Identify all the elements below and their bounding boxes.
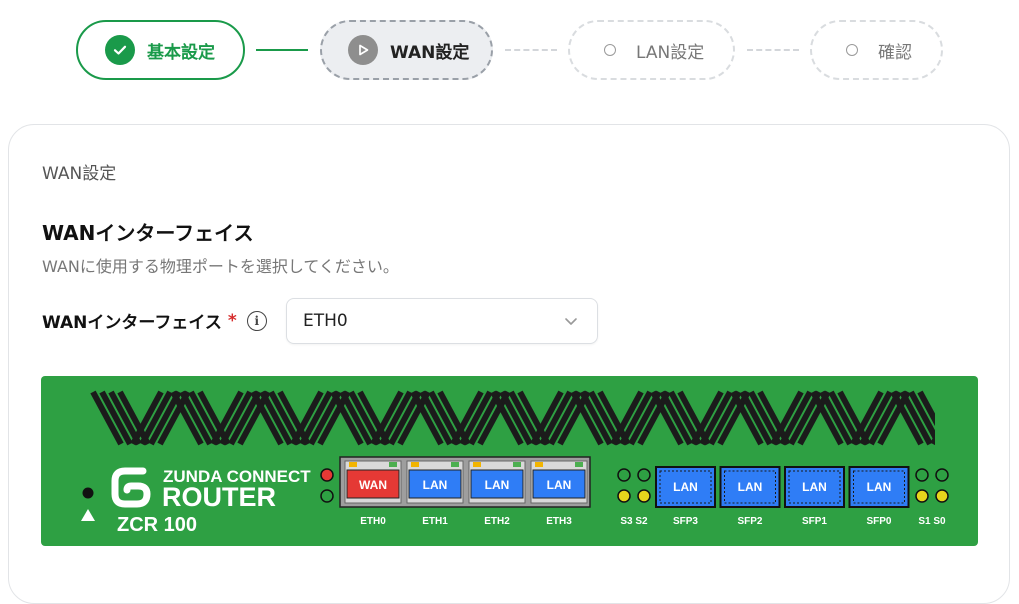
eth-port-role: LAN (485, 478, 510, 492)
info-icon[interactable]: i (246, 310, 267, 331)
sfp-port-role: LAN (738, 480, 763, 494)
wan-interface-label: WANインターフェイス * i (42, 308, 267, 333)
step-label: 確認 (878, 42, 912, 63)
step-label: LAN設定 (636, 42, 705, 63)
eth-port-led (513, 462, 521, 467)
status-led-on (935, 489, 949, 503)
step-confirm[interactable]: 確認 (810, 20, 943, 80)
eth-port-role: WAN (359, 478, 387, 492)
status-led-off (617, 468, 631, 482)
eth-port-led (389, 462, 397, 467)
sfp-port-name: SFP2 (737, 516, 762, 527)
sfp-port-name: SFP3 (673, 516, 698, 527)
eth-led-red (320, 468, 334, 482)
eth-port-led (451, 462, 459, 467)
step-connector (256, 49, 308, 51)
step-connector (505, 49, 557, 51)
wan-settings-card: WAN設定 WANインターフェイス WANに使用する物理ポートを選択してください… (8, 124, 1010, 604)
circle-icon (846, 44, 858, 56)
step-label: 基本設定 (147, 42, 215, 63)
sfp-port-role: LAN (673, 480, 698, 494)
section-description: WANに使用する物理ポートを選択してください。 (42, 257, 399, 276)
required-mark: * (227, 310, 237, 331)
router-diagram: ZUNDA CONNECT ROUTER ZCR 100 WANETH0LANE… (41, 376, 978, 546)
field-label-text: WANインターフェイス (42, 313, 222, 333)
status-led-off (935, 468, 949, 482)
step-lan-settings[interactable]: LAN設定 (568, 20, 735, 80)
check-icon (105, 35, 135, 65)
eth-port-name: ETH0 (360, 516, 386, 527)
eth-port-name: ETH2 (484, 516, 510, 527)
eth-port-led (535, 462, 543, 467)
eth-led-off (320, 489, 334, 503)
status-led-off (915, 468, 929, 482)
stepper: 基本設定 WAN設定 LAN設定 確認 (0, 0, 1019, 100)
eth-port-name: ETH3 (546, 516, 572, 527)
eth-port-led (473, 462, 481, 467)
step-wan-settings[interactable]: WAN設定 (320, 20, 493, 80)
eth-port-role: LAN (423, 478, 448, 492)
status-led-on (617, 489, 631, 503)
step-label: WAN設定 (390, 42, 470, 63)
eth-port-led (575, 462, 583, 467)
circle-icon (604, 44, 616, 56)
sfp-port-name: SFP0 (866, 516, 891, 527)
chevron-down-icon (563, 313, 579, 334)
led-labels-left: S3 S2 (620, 516, 648, 527)
step-connector (747, 49, 799, 51)
status-led-off (637, 468, 651, 482)
power-led (82, 487, 94, 499)
model-name: ZCR 100 (117, 514, 197, 536)
card-title: WAN設定 (42, 164, 117, 184)
eth-port-role: LAN (547, 478, 572, 492)
play-icon (348, 35, 378, 65)
step-basic-settings[interactable]: 基本設定 (76, 20, 245, 80)
eth-port-led (349, 462, 357, 467)
sfp-port-role: LAN (867, 480, 892, 494)
status-led-on (915, 489, 929, 503)
status-led-on (637, 489, 651, 503)
wan-interface-select[interactable]: ETH0 (286, 298, 598, 344)
sfp-port-name: SFP1 (802, 516, 827, 527)
eth-port-led (411, 462, 419, 467)
brand-line2: ROUTER (162, 482, 276, 512)
led-labels-right: S1 S0 (918, 516, 946, 527)
sfp-port-role: LAN (802, 480, 827, 494)
eth-port-name: ETH1 (422, 516, 448, 527)
select-value: ETH0 (303, 311, 348, 331)
section-title: WANインターフェイス (42, 221, 254, 245)
